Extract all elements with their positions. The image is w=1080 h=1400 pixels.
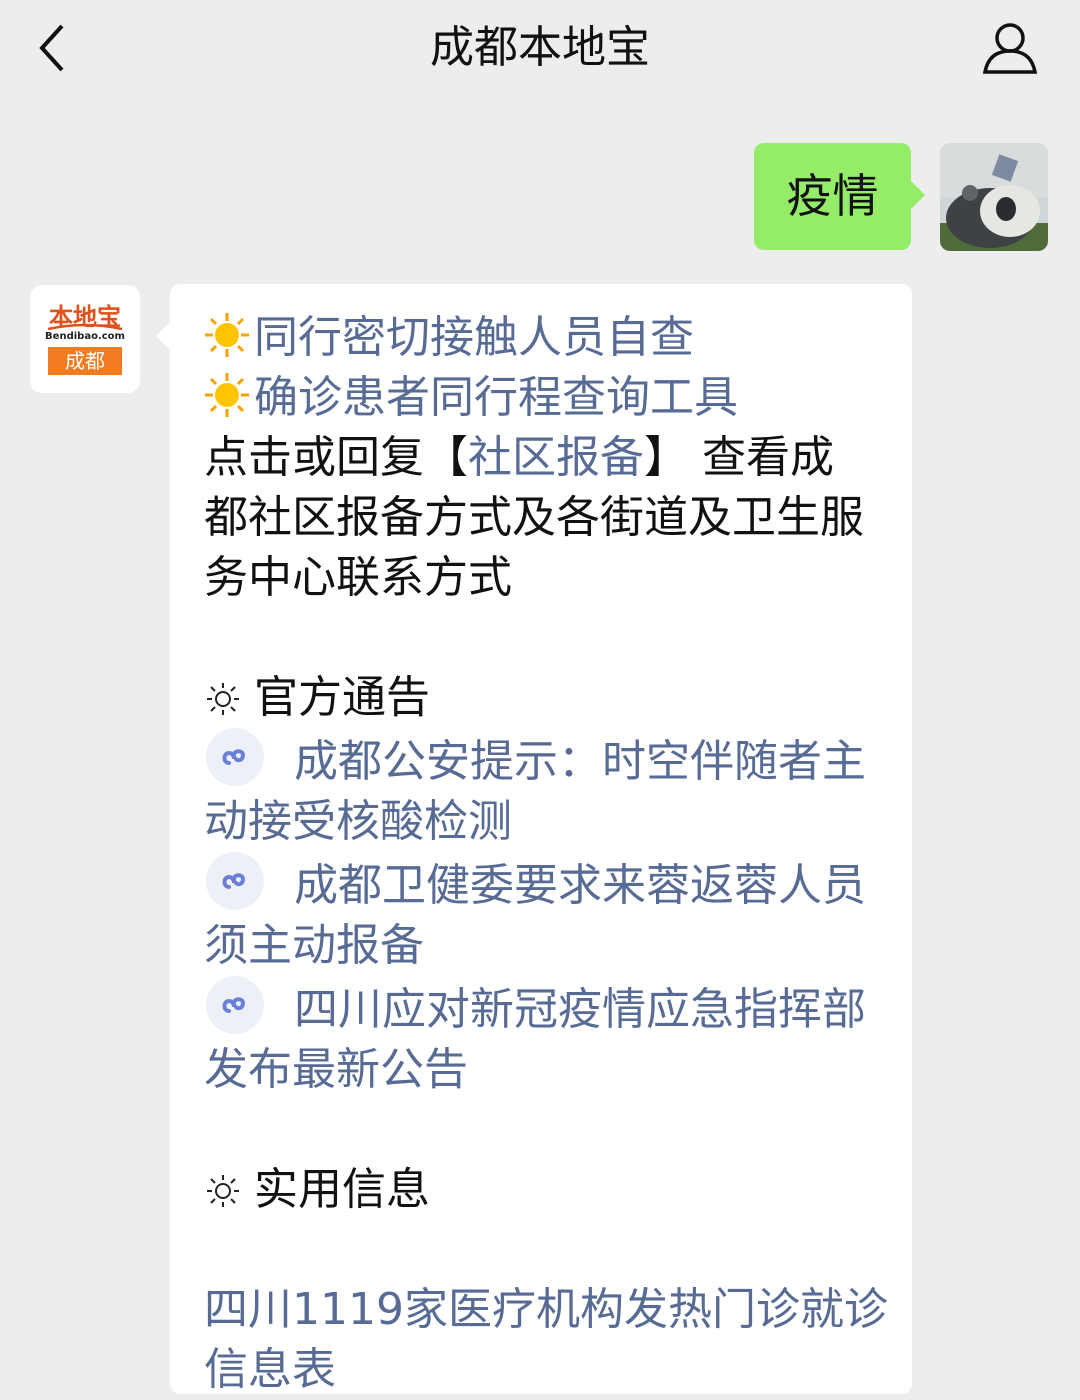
mini-program-icon — [206, 976, 264, 1034]
mini-program-icon — [206, 852, 264, 910]
notice-link[interactable]: 成都卫健委要求来蓉返蓉人员 须主动报备 — [204, 852, 894, 976]
info-link[interactable]: 四川1119家医疗机构发热门诊就诊 信息表 — [204, 1280, 894, 1400]
logo-domain: Bendibao.com — [45, 331, 125, 342]
sun-icon — [205, 373, 249, 417]
mini-program-icon — [206, 728, 264, 786]
message-content: 同行密切接触人员自查 确诊患者同行程查询工具 点击或回复【社区报备】 查看成 都… — [204, 308, 894, 1400]
notice-link[interactable]: 成都公安提示：时空伴随者主 动接受核酸检测 — [204, 728, 894, 852]
notice-link[interactable]: 四川应对新冠疫情应急指挥部 发布最新公告 — [204, 976, 894, 1100]
incoming-message-bubble: 同行密切接触人员自查 确诊患者同行程查询工具 点击或回复【社区报备】 查看成 都… — [156, 284, 912, 1395]
section-heading-text: 实用信息 — [254, 1164, 430, 1215]
user-icon[interactable] — [980, 18, 1040, 78]
outgoing-message-bubble[interactable]: 疫情 — [754, 143, 925, 250]
outgoing-message-text: 疫情 — [786, 169, 879, 223]
logo-swoosh-icon — [47, 323, 123, 331]
sun-outline-icon — [207, 683, 239, 715]
bendibao-avatar[interactable]: 本地宝 Bendibao.com 成都 — [30, 285, 140, 393]
list-item[interactable]: 同行密切接触人员自查 — [204, 308, 894, 368]
section-heading-info: 实用信息 — [204, 1160, 894, 1220]
trip-query-link[interactable]: 确诊患者同行程查询工具 — [254, 372, 738, 423]
my-avatar[interactable] — [940, 143, 1048, 251]
self-check-link[interactable]: 同行密切接触人员自查 — [254, 312, 694, 363]
chat-header: 成都本地宝 — [0, 0, 1080, 98]
community-report-link[interactable]: 社区报备 — [468, 432, 644, 483]
community-report-text: 点击或回复【社区报备】 查看成 — [204, 432, 834, 483]
sun-icon — [205, 313, 249, 357]
sun-outline-icon — [207, 1175, 239, 1207]
section-heading-notices: 官方通告 — [204, 668, 894, 728]
chat-title: 成都本地宝 — [430, 22, 650, 73]
community-report-text-line: 务中心联系方式 — [204, 552, 512, 603]
community-report-text-line: 都社区报备方式及各街道及卫生服 — [204, 492, 864, 543]
list-item[interactable]: 确诊患者同行程查询工具 — [204, 368, 894, 428]
section-heading-text: 官方通告 — [254, 672, 430, 723]
logo-city: 成都 — [48, 347, 122, 375]
